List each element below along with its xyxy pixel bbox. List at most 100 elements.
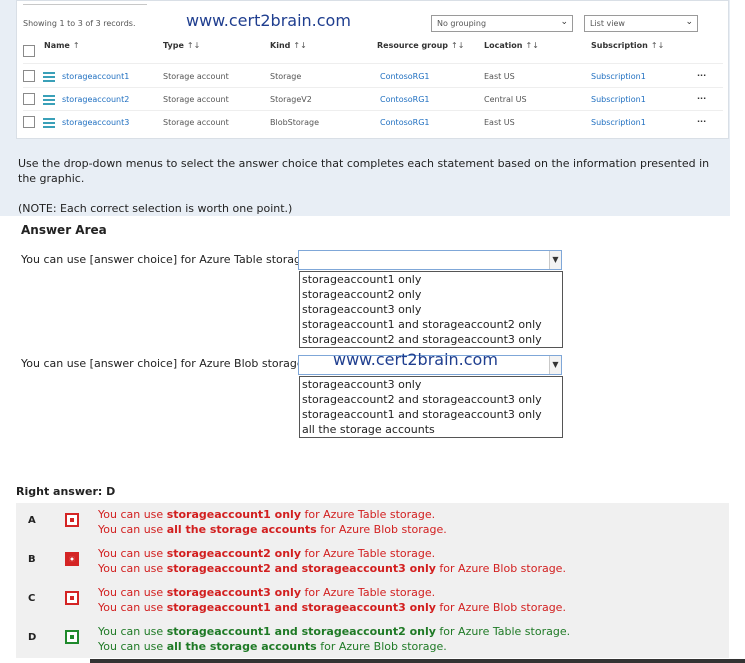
- answer-dropdown-1[interactable]: ▼: [298, 250, 562, 270]
- column-header-type[interactable]: Type ↑↓: [163, 41, 200, 63]
- azure-resource-grid: Showing 1 to 3 of 3 records. No grouping…: [16, 0, 729, 139]
- choice-text: You can use storageaccount3 only for Azu…: [98, 585, 566, 615]
- dropdown-option[interactable]: storageaccount2 only: [300, 287, 562, 302]
- dropdown-option[interactable]: all the storage accounts: [300, 422, 562, 437]
- choice-d[interactable]: D You can use storageaccount1 and storag…: [16, 620, 729, 659]
- column-header-location[interactable]: Location ↑↓: [484, 41, 539, 63]
- row-subscription-link[interactable]: Subscription1: [591, 72, 646, 81]
- column-header-name[interactable]: Name ↑: [44, 41, 80, 63]
- row-checkbox[interactable]: [23, 70, 35, 82]
- dropdown-2-options: storageaccount3 only storageaccount2 and…: [299, 376, 563, 438]
- dropdown-option[interactable]: storageaccount3 only: [300, 302, 562, 317]
- more-actions-icon[interactable]: ···: [697, 71, 706, 80]
- column-label: Type: [163, 41, 184, 50]
- answer-area-title: Answer Area: [21, 223, 107, 237]
- choice-text-bold: storageaccount2 and storageaccount3 only: [166, 562, 436, 575]
- sort-icon: ↑↓: [525, 41, 539, 50]
- choice-c[interactable]: C You can use storageaccount3 only for A…: [16, 581, 729, 620]
- choice-text-part: You can use: [98, 625, 167, 638]
- chevron-down-icon: ⌄: [685, 17, 693, 27]
- row-kind: Storage: [270, 72, 302, 81]
- radio-selected-icon[interactable]: [65, 552, 79, 566]
- row-resource-group-link[interactable]: ContosoRG1: [380, 95, 430, 104]
- radio-icon[interactable]: [65, 591, 79, 605]
- chevron-down-icon[interactable]: ▼: [549, 251, 561, 269]
- row-checkbox[interactable]: [23, 93, 35, 105]
- row-name-link[interactable]: storageaccount1: [62, 72, 129, 81]
- sort-icon: ↑: [72, 41, 80, 50]
- choice-letter: D: [28, 632, 37, 643]
- sort-icon: ↑↓: [186, 41, 201, 50]
- chevron-down-icon: ⌄: [560, 17, 568, 27]
- choice-text-part: for Azure Table storage.: [301, 508, 436, 521]
- dropdown-option[interactable]: storageaccount2 and storageaccount3 only: [300, 332, 562, 347]
- question-panel: Showing 1 to 3 of 3 records. No grouping…: [0, 0, 730, 216]
- records-count: Showing 1 to 3 of 3 records.: [23, 19, 136, 28]
- row-resource-group-link[interactable]: ContosoRG1: [380, 72, 430, 81]
- view-value: List view: [590, 19, 625, 28]
- select-all-checkbox[interactable]: [23, 45, 35, 57]
- bottom-bar: [90, 659, 745, 663]
- row-name-link[interactable]: storageaccount3: [62, 118, 129, 127]
- dropdown-option[interactable]: storageaccount1 and storageaccount3 only: [300, 407, 562, 422]
- choice-text-bold: storageaccount2 only: [166, 547, 301, 560]
- row-subscription-link[interactable]: Subscription1: [591, 118, 646, 127]
- more-actions-icon[interactable]: ···: [697, 94, 706, 103]
- view-select[interactable]: List view ⌄: [584, 15, 698, 32]
- choice-text-part: You can use: [98, 640, 167, 653]
- choice-text-part: for Azure Blob storage.: [435, 562, 566, 575]
- choice-text-bold: all the storage accounts: [166, 640, 317, 653]
- right-answer-label: Right answer: D: [16, 485, 116, 498]
- choice-letter: C: [28, 593, 36, 604]
- statement-blob-storage: You can use [answer choice] for Azure Bl…: [21, 357, 308, 370]
- column-header-resource-group[interactable]: Resource group ↑↓: [377, 41, 464, 63]
- grouping-select[interactable]: No grouping ⌄: [431, 15, 573, 32]
- sort-icon: ↑↓: [293, 41, 307, 50]
- sort-icon: ↑↓: [451, 41, 465, 50]
- choice-text-bold: all the storage accounts: [166, 523, 317, 536]
- choice-text-part: for Azure Blob storage.: [435, 601, 566, 614]
- storage-account-icon: [43, 95, 55, 105]
- column-label: Resource group: [377, 41, 449, 50]
- divider: [23, 87, 723, 88]
- statement-table-storage: You can use [answer choice] for Azure Ta…: [21, 253, 312, 266]
- column-label: Location: [484, 41, 523, 50]
- watermark: www.cert2brain.com: [333, 350, 498, 369]
- storage-account-icon: [43, 118, 55, 128]
- row-checkbox[interactable]: [23, 116, 35, 128]
- answer-choices-panel: A You can use storageaccount1 only for A…: [16, 503, 729, 658]
- dropdown-option[interactable]: storageaccount2 and storageaccount3 only: [300, 392, 562, 407]
- column-label: Name: [44, 41, 70, 50]
- column-header-kind[interactable]: Kind ↑↓: [270, 41, 307, 63]
- column-label: Kind: [270, 41, 291, 50]
- dropdown-option[interactable]: storageaccount1 and storageaccount2 only: [300, 317, 562, 332]
- choice-text: You can use storageaccount2 only for Azu…: [98, 546, 566, 576]
- row-type: Storage account: [163, 95, 229, 104]
- more-actions-icon[interactable]: ···: [697, 117, 706, 126]
- storage-account-icon: [43, 72, 55, 82]
- row-name-link[interactable]: storageaccount2: [62, 95, 129, 104]
- row-resource-group-link[interactable]: ContosoRG1: [380, 118, 430, 127]
- column-header-subscription[interactable]: Subscription ↑↓: [591, 41, 664, 63]
- choice-b[interactable]: B You can use storageaccount2 only for A…: [16, 542, 729, 581]
- divider: [23, 110, 723, 111]
- radio-icon[interactable]: [65, 513, 79, 527]
- chevron-down-icon[interactable]: ▼: [549, 356, 561, 374]
- choice-text-bold: storageaccount3 only: [166, 586, 301, 599]
- divider: [23, 4, 147, 5]
- grouping-value: No grouping: [437, 19, 487, 28]
- choice-a[interactable]: A You can use storageaccount1 only for A…: [16, 503, 729, 542]
- dropdown-option[interactable]: storageaccount3 only: [300, 377, 562, 392]
- radio-correct-icon[interactable]: [65, 630, 79, 644]
- choice-text: You can use storageaccount1 and storagea…: [98, 624, 570, 654]
- row-location: East US: [484, 118, 515, 127]
- row-subscription-link[interactable]: Subscription1: [591, 95, 646, 104]
- choice-letter: A: [28, 515, 36, 526]
- row-type: Storage account: [163, 118, 229, 127]
- choice-text-part: You can use: [98, 547, 167, 560]
- row-location: Central US: [484, 95, 527, 104]
- choice-text-part: You can use: [98, 508, 167, 521]
- choice-text-part: for Azure Blob storage.: [316, 640, 447, 653]
- choice-text: You can use storageaccount1 only for Azu…: [98, 507, 447, 537]
- dropdown-option[interactable]: storageaccount1 only: [300, 272, 562, 287]
